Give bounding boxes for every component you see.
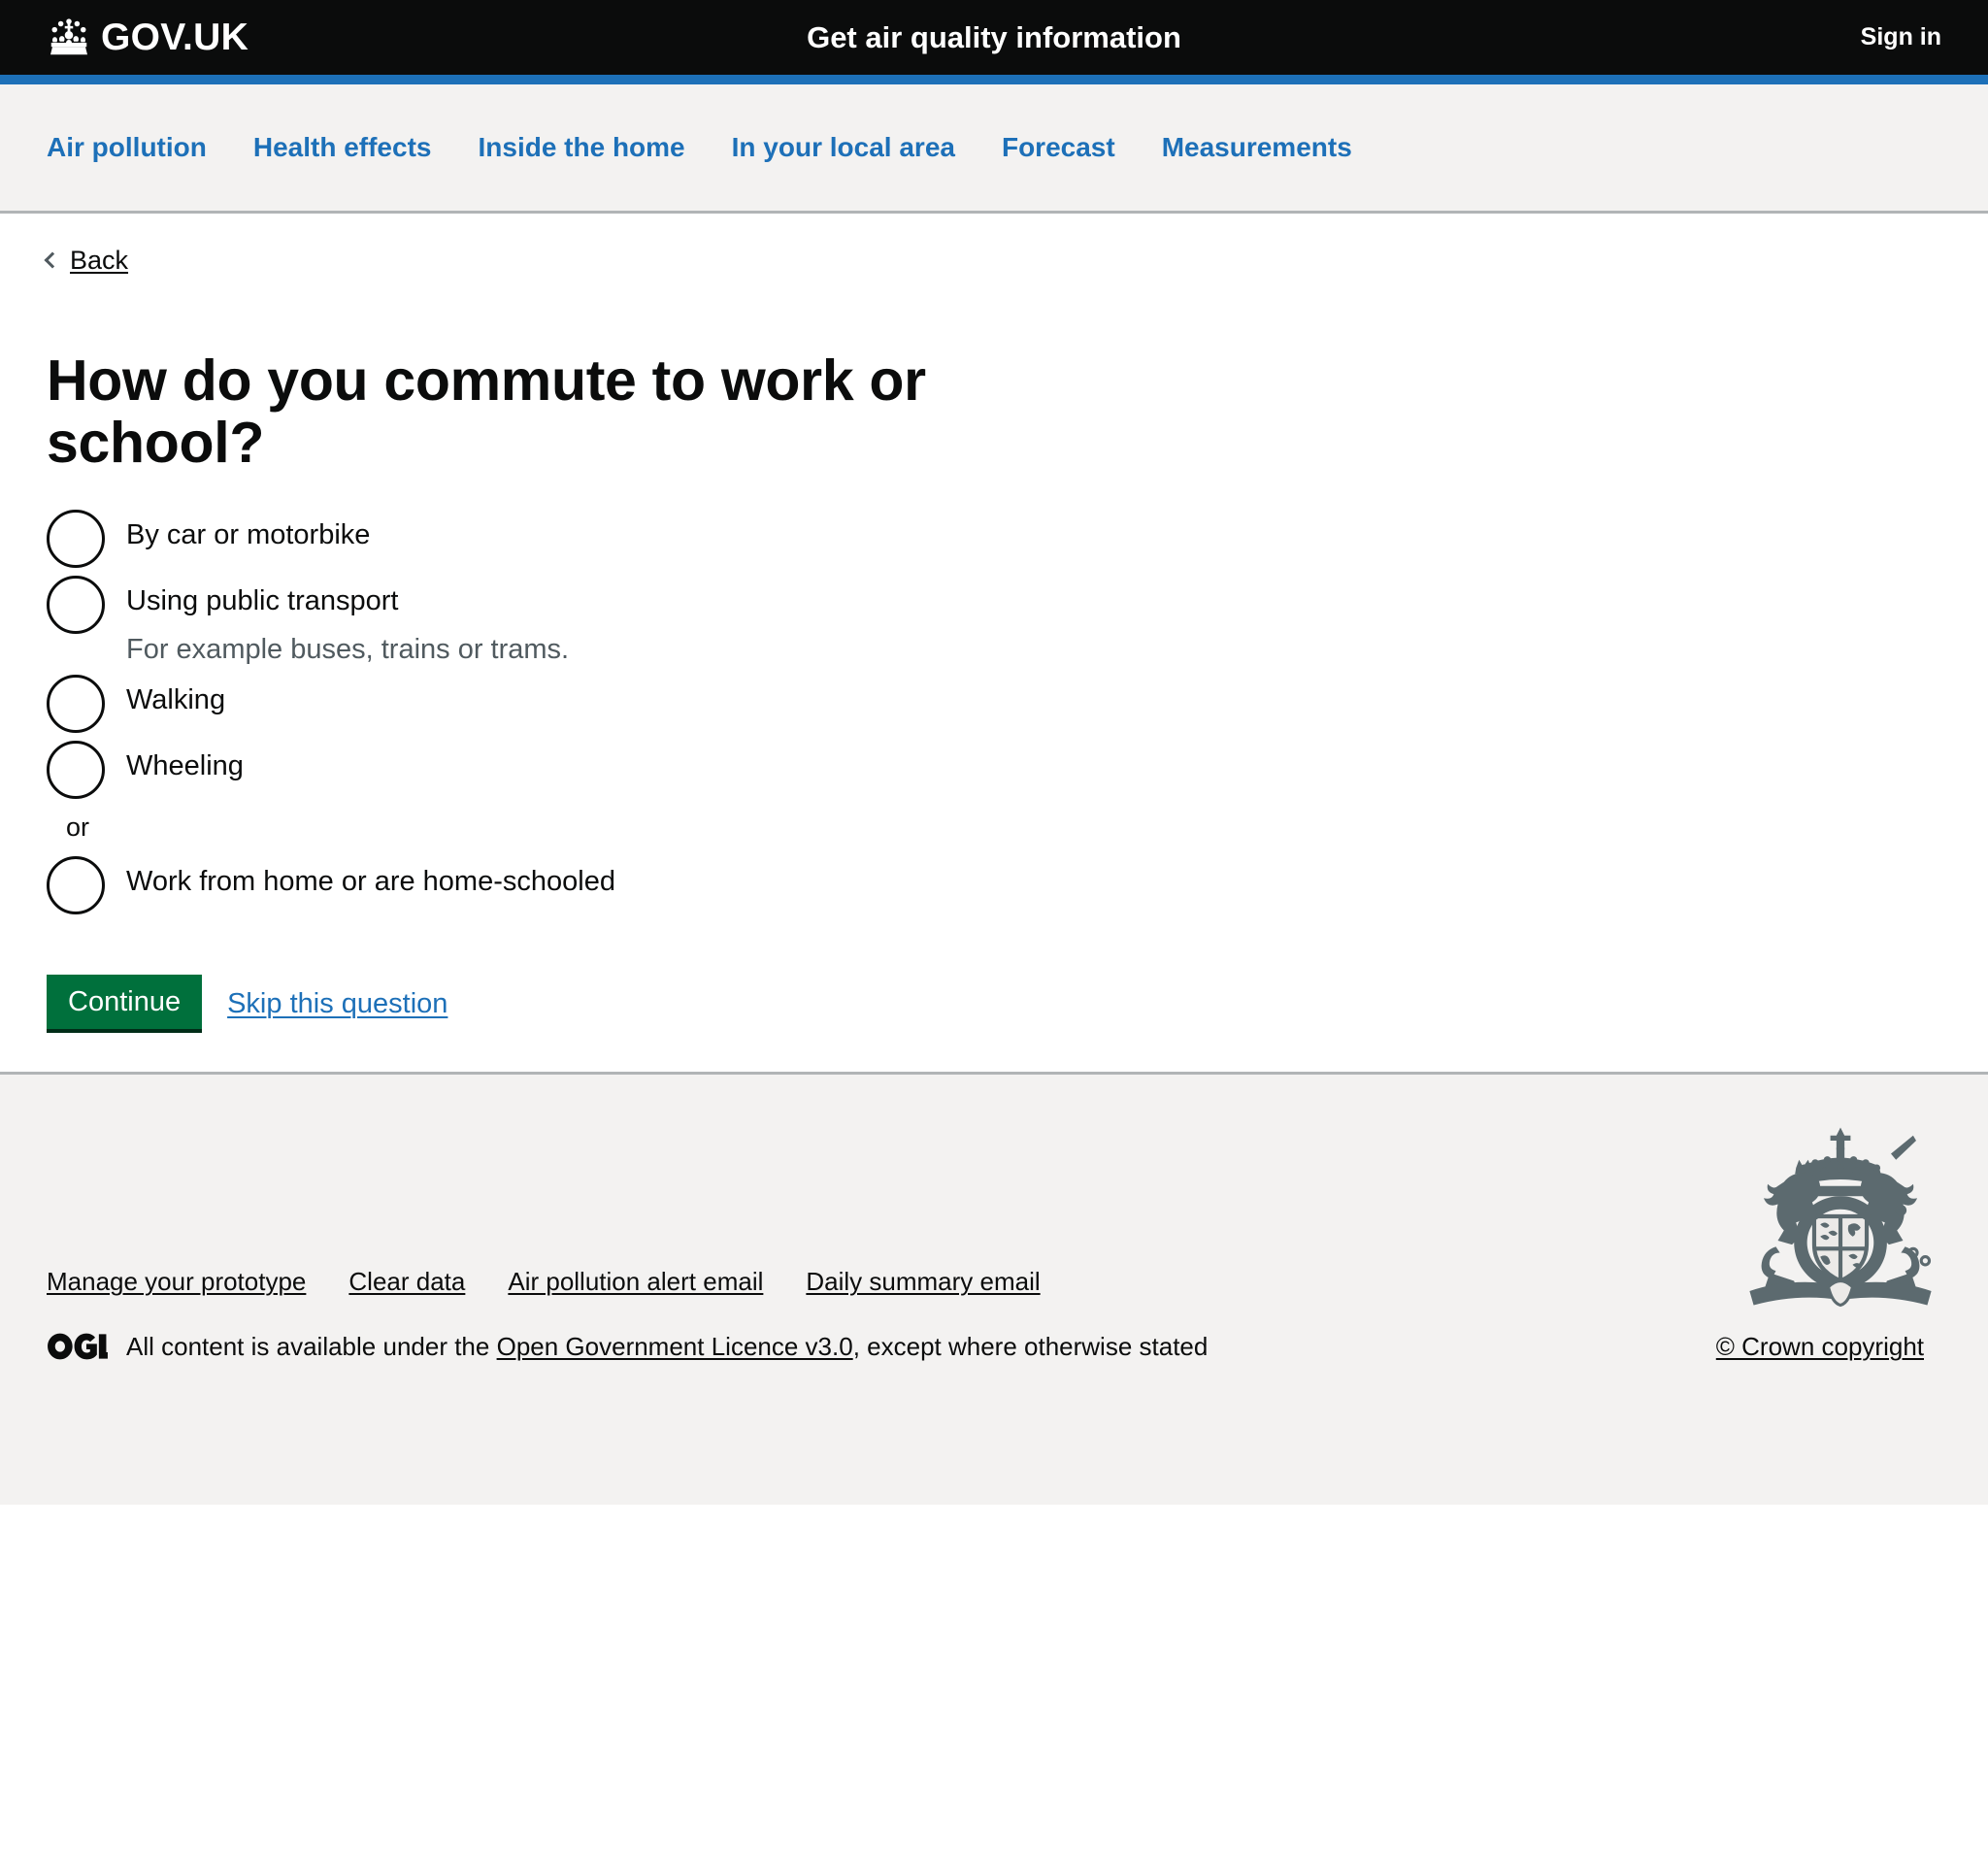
radio-option-wheeling[interactable]: Wheeling <box>47 741 1941 800</box>
nav-item-inside-the-home: Inside the home <box>478 132 684 163</box>
radio-option-public-transport[interactable]: Using public transport For example buses… <box>47 575 1941 668</box>
crown-copyright-link[interactable]: © Crown copyright <box>1716 1332 1941 1362</box>
page-title: How do you commute to work or school? <box>47 348 926 476</box>
radio-circle-icon[interactable] <box>47 741 105 800</box>
radio-body: Wheeling <box>126 741 244 783</box>
licence-suffix: , except where otherwise stated <box>852 1331 1209 1361</box>
radio-body: Walking <box>126 675 225 717</box>
form-actions: Continue Skip this question <box>47 975 1941 1033</box>
govuk-header: GOV.UK Get air quality information Sign … <box>0 0 1988 84</box>
radio-circle-icon[interactable] <box>47 509 105 568</box>
radio-label: By car or motorbike <box>126 518 371 550</box>
nav-item-forecast: Forecast <box>1002 132 1115 163</box>
radio-circle-icon[interactable] <box>47 575 105 634</box>
continue-button[interactable]: Continue <box>47 975 203 1033</box>
footer-link-manage-prototype[interactable]: Manage your prototype <box>47 1267 306 1297</box>
footer-licence-row: All content is available under the Open … <box>47 1332 1941 1362</box>
service-navigation: Air pollution Health effects Inside the … <box>0 84 1988 214</box>
commute-radio-group: By car or motorbike Using public transpo… <box>47 509 1941 915</box>
nav-link-forecast[interactable]: Forecast <box>1002 132 1115 162</box>
royal-coat-of-arms-icon <box>1740 1123 1941 1310</box>
licence-prefix: All content is available under the <box>126 1331 490 1361</box>
chevron-left-icon <box>44 251 61 268</box>
nav-item-measurements: Measurements <box>1162 132 1352 163</box>
radio-option-walking[interactable]: Walking <box>47 675 1941 734</box>
nav-link-in-your-local-area[interactable]: In your local area <box>732 132 955 162</box>
govuk-logo-link[interactable]: GOV.UK <box>47 17 248 58</box>
radio-label: Walking <box>126 684 226 716</box>
radio-divider-or: or <box>66 813 90 843</box>
nav-link-inside-the-home[interactable]: Inside the home <box>478 132 684 162</box>
radio-body: Using public transport For example buses… <box>126 576 569 668</box>
radio-body: Work from home or are home-schooled <box>126 856 615 899</box>
radio-circle-icon[interactable] <box>47 675 105 734</box>
radio-label: Work from home or are home-schooled <box>126 866 615 898</box>
footer-links: Manage your prototype Clear data Air pol… <box>47 1267 1941 1297</box>
radio-option-car-or-motorbike[interactable]: By car or motorbike <box>47 509 1941 568</box>
govuk-wordmark: GOV.UK <box>101 17 249 58</box>
header-inner: GOV.UK Get air quality information Sign … <box>0 0 1988 75</box>
nav-item-air-pollution: Air pollution <box>47 132 207 163</box>
radio-hint: For example buses, trains or trams. <box>126 633 570 665</box>
nav-link-air-pollution[interactable]: Air pollution <box>47 132 207 162</box>
service-name: Get air quality information <box>807 19 1181 54</box>
footer-link-daily-summary-email[interactable]: Daily summary email <box>806 1267 1040 1297</box>
radio-circle-icon[interactable] <box>47 856 105 915</box>
main-content: Back How do you commute to work or schoo… <box>0 214 1988 1072</box>
radio-body: By car or motorbike <box>126 510 370 552</box>
back-link-label: Back <box>70 246 129 275</box>
page-footer: Manage your prototype Clear data Air pol… <box>0 1071 1988 1505</box>
nav-item-in-your-local-area: In your local area <box>732 132 955 163</box>
radio-label: Wheeling <box>126 750 244 782</box>
nav-link-measurements[interactable]: Measurements <box>1162 132 1352 162</box>
footer-link-clear-data[interactable]: Clear data <box>348 1267 465 1297</box>
licence-statement: All content is available under the Open … <box>126 1332 1208 1362</box>
govuk-crown-icon <box>47 17 91 56</box>
nav-link-health-effects[interactable]: Health effects <box>253 132 432 162</box>
sign-in-link[interactable]: Sign in <box>1861 23 1941 51</box>
service-nav-list: Air pollution Health effects Inside the … <box>47 132 1352 163</box>
ogl-licence-link[interactable]: Open Government Licence v3.0 <box>497 1332 853 1361</box>
radio-label: Using public transport <box>126 584 399 616</box>
footer-link-air-pollution-alert-email[interactable]: Air pollution alert email <box>508 1267 763 1297</box>
skip-question-link[interactable]: Skip this question <box>227 988 447 1020</box>
nav-item-health-effects: Health effects <box>253 132 432 163</box>
radio-option-work-from-home[interactable]: Work from home or are home-schooled <box>47 856 1941 915</box>
back-link[interactable]: Back <box>44 246 129 276</box>
ogl-logo-icon <box>47 1332 109 1361</box>
